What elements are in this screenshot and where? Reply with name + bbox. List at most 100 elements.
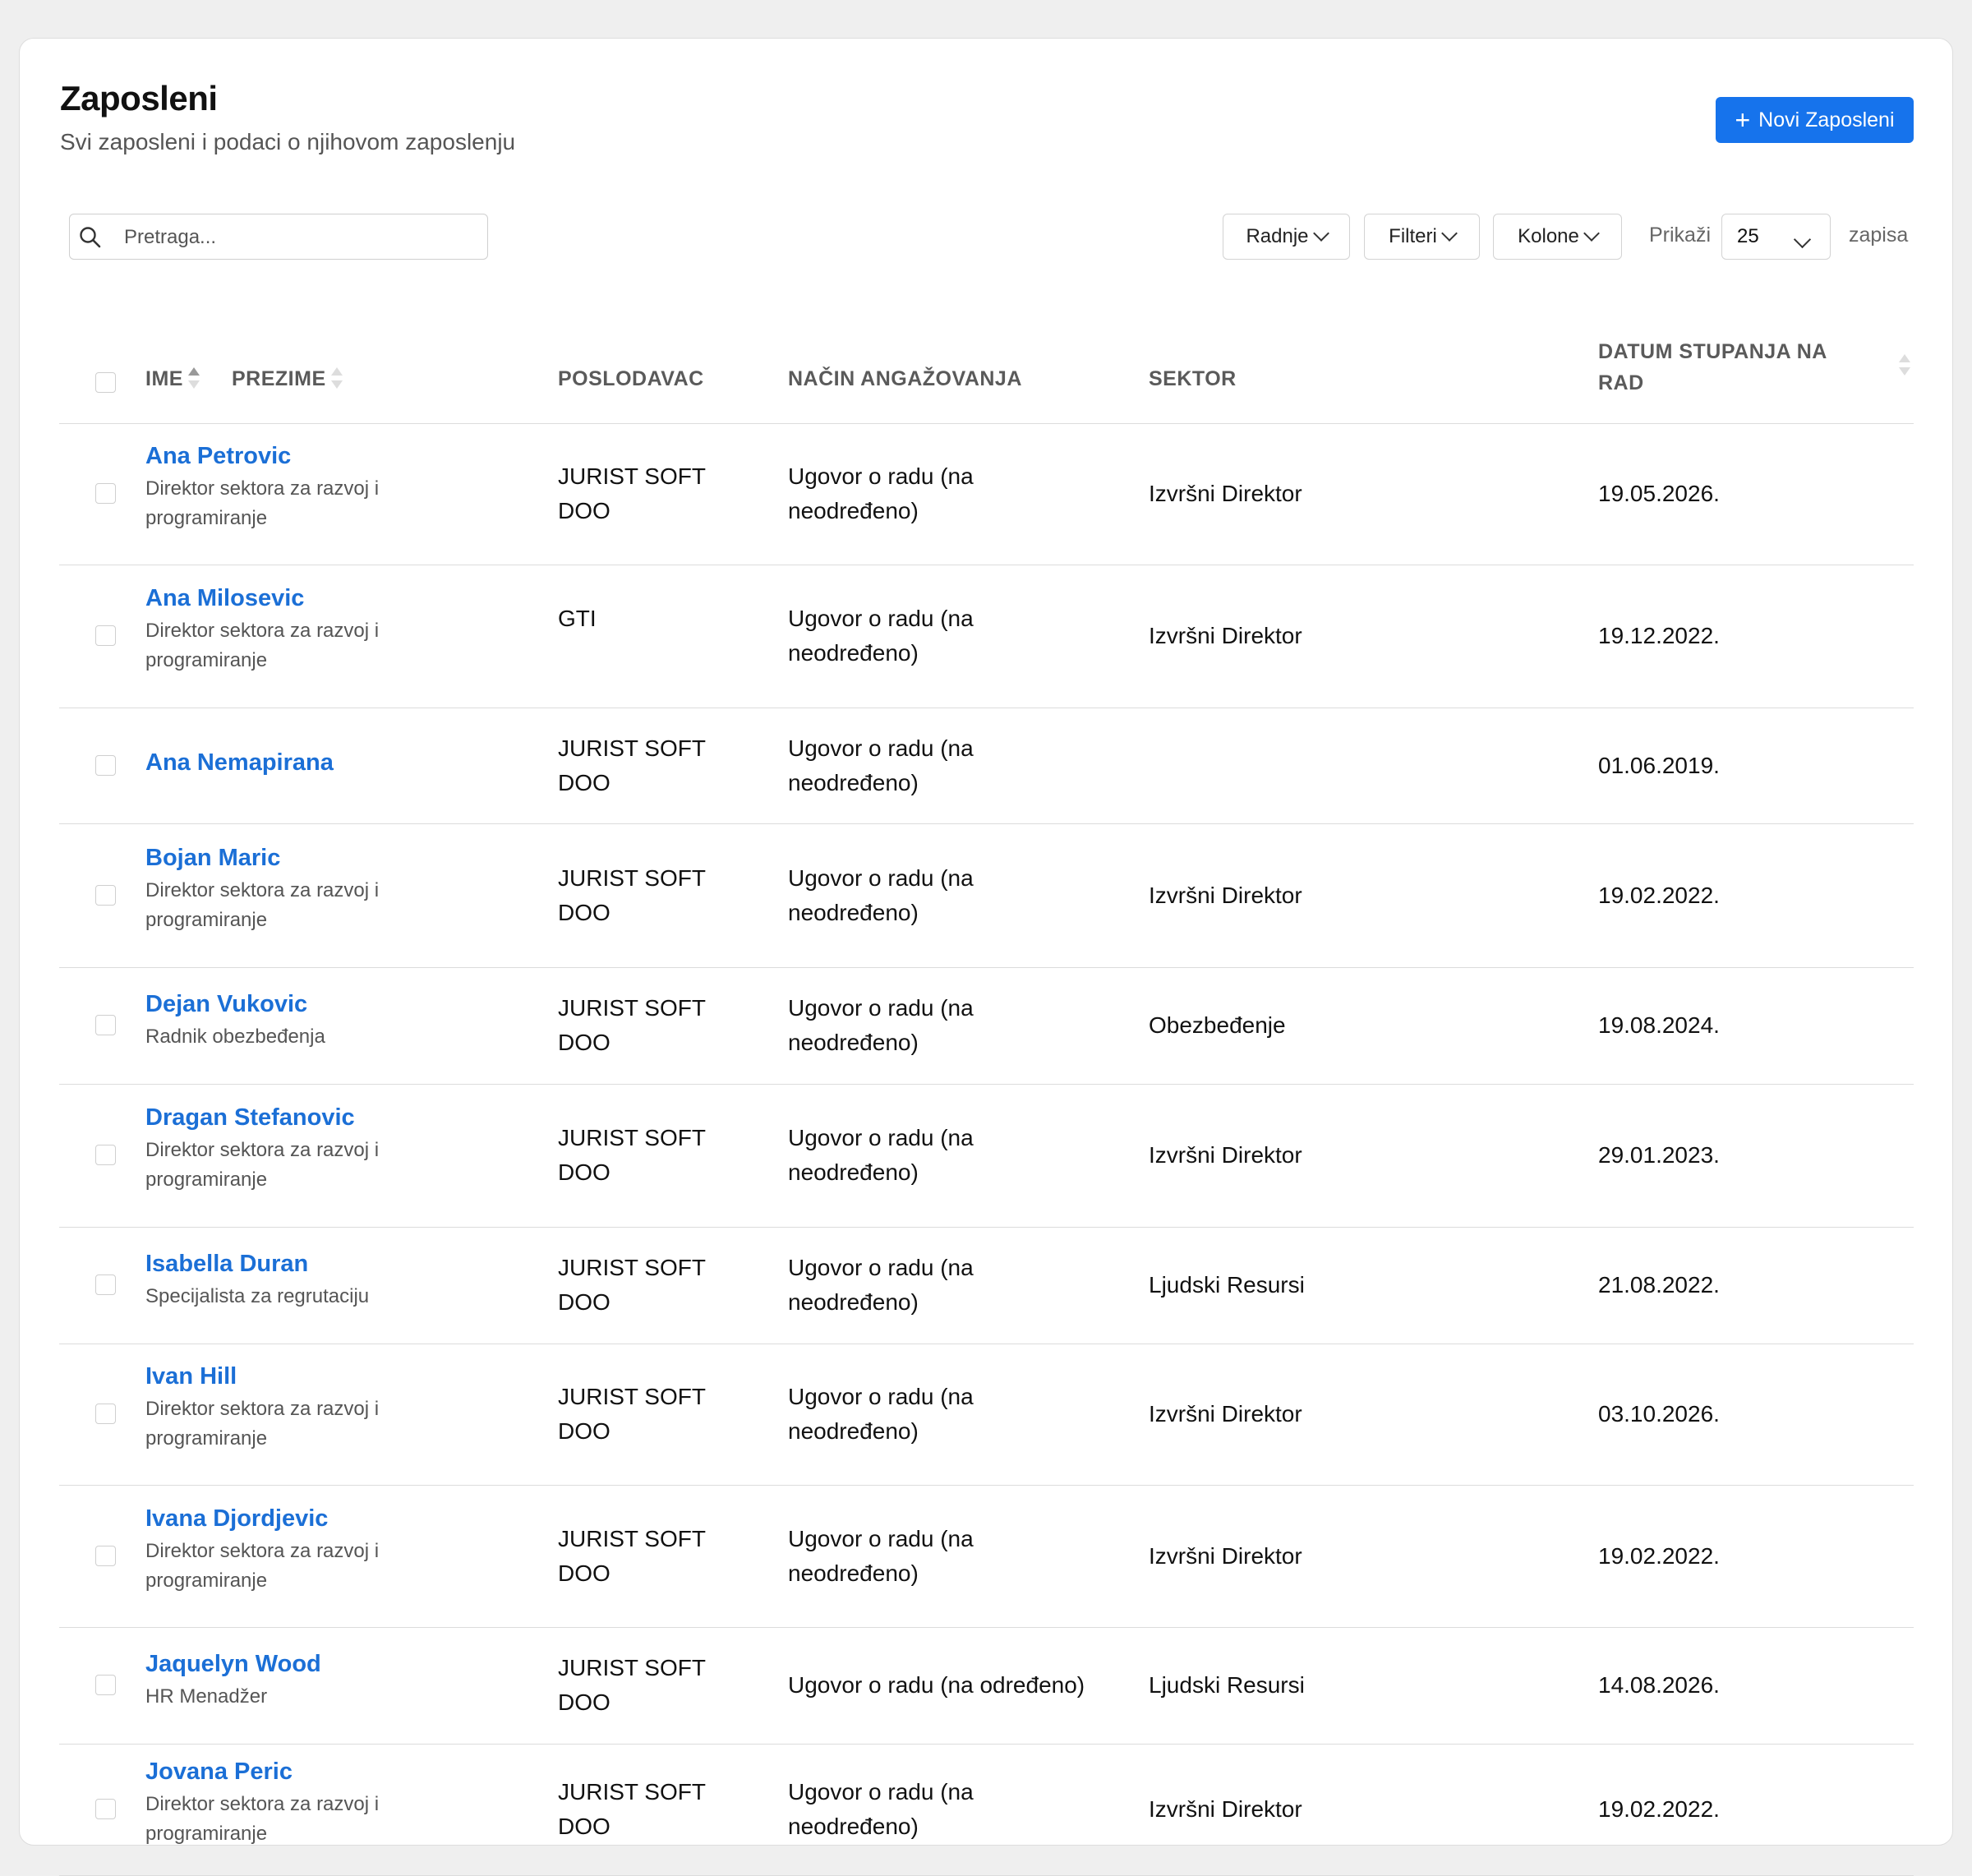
engagement-cell: Ugovor o radu (na neodređeno) [788, 1255, 974, 1315]
table-row[interactable]: Isabella Duran Specijalista za regrutaci… [59, 1227, 1914, 1344]
table-row[interactable]: Jovana Peric Direktor sektora za razvoj … [59, 1744, 1914, 1876]
table-row[interactable]: Bojan Maric Direktor sektora za razvoj i… [59, 823, 1914, 968]
employer-cell: JURIST SOFT DOO [558, 1255, 706, 1315]
employer-cell: JURIST SOFT DOO [558, 864, 706, 925]
row-checkbox[interactable] [95, 1274, 116, 1295]
sector-cell: Izvršni Direktor [1149, 1142, 1302, 1168]
employee-name-link[interactable]: Dragan Stefanovic [145, 1104, 355, 1132]
employee-name-link[interactable]: Ana Petrovic [145, 443, 291, 470]
chevron-down-icon [1793, 230, 1812, 249]
row-checkbox[interactable] [95, 1145, 116, 1165]
row-checkbox[interactable] [95, 1015, 116, 1035]
column-header-sector: SEKTOR [1149, 367, 1237, 390]
sort-icon [330, 367, 343, 392]
engagement-cell: Ugovor o radu (na neodređeno) [788, 606, 974, 666]
page-subtitle: Svi zaposleni i podaci o njihovom zaposl… [60, 129, 516, 154]
row-checkbox[interactable] [95, 1799, 116, 1819]
columns-label: Kolone [1518, 225, 1579, 247]
row-checkbox[interactable] [95, 483, 116, 504]
sector-cell: Izvršni Direktor [1149, 882, 1302, 908]
select-all-checkbox[interactable] [95, 372, 116, 393]
row-checkbox[interactable] [95, 884, 116, 906]
start-date-cell: 19.08.2024. [1598, 1012, 1720, 1038]
sort-icon [187, 367, 200, 392]
row-checkbox[interactable] [95, 1675, 116, 1695]
search-box [69, 214, 488, 260]
employee-name-link[interactable]: Ivana Djordjevic [145, 1505, 328, 1533]
sector-cell: Izvršni Direktor [1149, 623, 1302, 648]
page-size-select[interactable]: 25 [1721, 214, 1831, 260]
sort-icon [1899, 354, 1910, 379]
search-input[interactable] [122, 214, 471, 260]
sector-cell: Izvršni Direktor [1149, 1796, 1302, 1822]
employee-name-link[interactable]: Isabella Duran [145, 1251, 308, 1278]
employer-cell: JURIST SOFT DOO [558, 1525, 706, 1586]
records-label: zapisa [1849, 224, 1909, 247]
filters-dropdown[interactable]: Filteri [1364, 214, 1480, 260]
table-row[interactable]: Ivana Djordjevic Direktor sektora za raz… [59, 1485, 1914, 1628]
table-row[interactable]: Ana Milosevic Direktor sektora za razvoj… [59, 565, 1914, 708]
row-checkbox[interactable] [95, 625, 116, 646]
row-checkbox[interactable] [95, 1404, 116, 1424]
table-header: IME PREZIME POSLODAVAC NAČIN ANGAŽOVANJA… [59, 295, 1914, 424]
employer-cell: JURIST SOFT DOO [558, 1384, 706, 1444]
column-header-start-date[interactable]: DATUM STUPANJA NA RAD [1598, 336, 1869, 399]
employer-cell: JURIST SOFT DOO [558, 463, 706, 523]
column-header-first-name[interactable]: IME [145, 367, 200, 392]
new-employee-label: Novi Zaposleni [1758, 108, 1895, 131]
new-employee-button[interactable]: + Novi Zaposleni [1716, 97, 1914, 143]
column-header-employer: POSLODAVAC [558, 367, 704, 390]
employee-role: Direktor sektora za razvoj i programiran… [145, 477, 380, 529]
start-date-cell: 19.02.2022. [1598, 1796, 1720, 1822]
column-header-last-name[interactable]: PREZIME [232, 367, 343, 392]
row-checkbox[interactable] [95, 754, 116, 776]
actions-dropdown[interactable]: Radnje [1223, 214, 1350, 260]
employer-cell: JURIST SOFT DOO [558, 1655, 706, 1715]
engagement-cell: Ugovor o radu (na neodređeno) [788, 864, 974, 925]
start-date-cell: 29.01.2023. [1598, 1142, 1720, 1168]
sector-cell: Obezbeđenje [1149, 1012, 1286, 1038]
employee-role: Direktor sektora za razvoj i programiran… [145, 1539, 380, 1592]
employee-name-link[interactable]: Dejan Vukovic [145, 991, 307, 1018]
employee-role: Direktor sektora za razvoj i programiran… [145, 620, 380, 671]
engagement-cell: Ugovor o radu (na neodređeno) [788, 1384, 974, 1444]
employee-name-link[interactable]: Jaquelyn Wood [145, 1651, 321, 1678]
employer-cell: JURIST SOFT DOO [558, 1779, 706, 1839]
employee-name-link[interactable]: Ana Milosevic [145, 585, 304, 612]
start-date-cell: 14.08.2026. [1598, 1672, 1720, 1698]
engagement-cell: Ugovor o radu (na neodređeno) [788, 463, 974, 523]
table-row[interactable]: Ana Nemapirana JURIST SOFT DOO Ugovor o … [59, 708, 1914, 824]
start-date-cell: 21.08.2022. [1598, 1272, 1720, 1298]
show-label: Prikaži [1649, 224, 1712, 247]
employee-name-link[interactable]: Bojan Maric [145, 845, 280, 872]
filters-label: Filteri [1389, 225, 1437, 247]
table-row[interactable]: Jaquelyn Wood HR Menadžer JURIST SOFT DO… [59, 1627, 1914, 1745]
plus-icon: + [1735, 105, 1751, 135]
employees-card: Zaposleni Svi zaposleni i podaci o njiho… [19, 38, 1953, 1876]
employer-cell: JURIST SOFT DOO [558, 1125, 706, 1185]
page-title: Zaposleni [60, 79, 218, 118]
start-date-cell: 19.12.2022. [1598, 623, 1720, 648]
start-date-cell: 19.02.2022. [1598, 882, 1720, 908]
table-row[interactable]: Dejan Vukovic Radnik obezbeđenja JURIST … [59, 967, 1914, 1085]
table-row[interactable]: Ana Petrovic Direktor sektora za razvoj … [59, 423, 1914, 565]
chevron-down-icon [1440, 225, 1458, 242]
employee-role: Direktor sektora za razvoj i programiran… [145, 1139, 380, 1191]
employee-name-link[interactable]: Ivan Hill [145, 1363, 237, 1390]
employee-name-link[interactable]: Ana Nemapirana [145, 749, 334, 777]
actions-label: Radnje [1246, 225, 1309, 247]
sector-cell: Ljudski Resursi [1149, 1272, 1305, 1298]
columns-dropdown[interactable]: Kolone [1493, 214, 1622, 260]
table-row[interactable]: Dragan Stefanovic Direktor sektora za ra… [59, 1084, 1914, 1228]
table-row[interactable]: Ivan Hill Direktor sektora za razvoj i p… [59, 1344, 1914, 1486]
employee-name-link[interactable]: Jovana Peric [145, 1758, 293, 1786]
engagement-cell: Ugovor o radu (na neodređeno) [788, 1125, 974, 1185]
engagement-cell: Ugovor o radu (na neodređeno) [788, 735, 974, 795]
sector-cell: Izvršni Direktor [1149, 481, 1302, 506]
start-date-cell: 19.02.2022. [1598, 1542, 1720, 1569]
employer-cell: JURIST SOFT DOO [558, 995, 706, 1055]
row-checkbox[interactable] [95, 1545, 116, 1566]
employee-role: Direktor sektora za razvoj i programiran… [145, 1793, 380, 1845]
last-name-header-label: PREZIME [232, 367, 326, 390]
engagement-cell: Ugovor o radu (na neodređeno) [788, 1779, 974, 1839]
